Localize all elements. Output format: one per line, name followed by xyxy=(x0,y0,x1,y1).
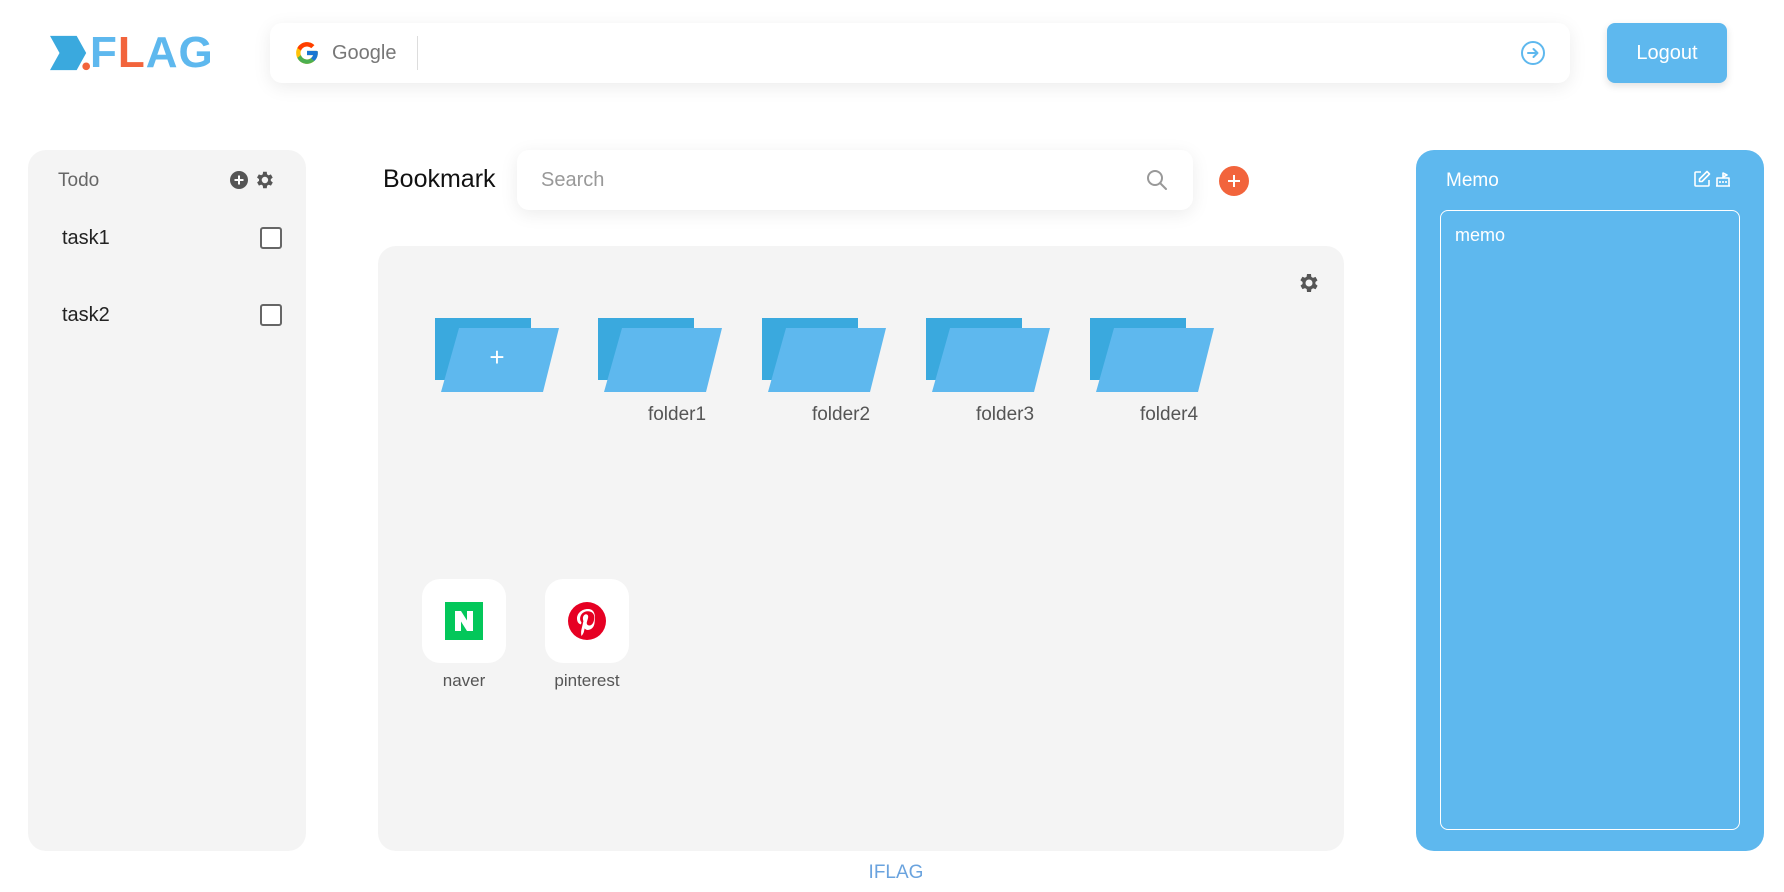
google-search-bar: Google xyxy=(270,23,1570,83)
bookmark-panel: + folder1 folder2 folder3 folder4 naver … xyxy=(378,246,1344,851)
add-bookmark-button[interactable] xyxy=(1219,166,1249,196)
logout-button[interactable]: Logout xyxy=(1607,23,1727,83)
folder-item[interactable]: folder4 xyxy=(1090,318,1220,428)
todo-title: Todo xyxy=(58,170,100,191)
folder-label: folder2 xyxy=(811,404,871,425)
memo-panel: Memo memo xyxy=(1416,150,1764,851)
google-icon xyxy=(296,42,318,64)
folder-label: folder4 xyxy=(1139,404,1199,425)
arrow-circle-right-icon[interactable] xyxy=(1520,40,1546,66)
folder-icon xyxy=(1090,318,1214,392)
add-folder-plus: + xyxy=(489,342,505,372)
google-label: Google xyxy=(332,41,397,64)
todo-item-checkbox[interactable] xyxy=(260,227,282,249)
site-label: pinterest xyxy=(554,671,620,690)
bookmark-site-pinterest[interactable]: pinterest xyxy=(542,579,632,691)
site-tile[interactable] xyxy=(422,579,506,663)
todo-item-checkbox[interactable] xyxy=(260,304,282,326)
bookmark-site-naver[interactable]: naver xyxy=(419,579,509,691)
footer-text: IFLAG xyxy=(868,862,924,883)
todo-item-label: task1 xyxy=(62,226,110,249)
bookmark-title: Bookmark xyxy=(383,165,496,193)
folder-item[interactable]: folder2 xyxy=(762,318,892,428)
folder-label: folder1 xyxy=(647,404,707,425)
todo-item-label: task2 xyxy=(62,303,110,326)
school-icon[interactable] xyxy=(1714,170,1732,188)
todo-panel: Todo task1 task2 xyxy=(28,150,306,851)
memo-textarea[interactable]: memo xyxy=(1440,210,1740,830)
bookmark-search-bar xyxy=(517,150,1193,210)
edit-icon[interactable] xyxy=(1693,170,1711,188)
add-folder-button[interactable]: + xyxy=(435,318,565,428)
folder-icon xyxy=(762,318,886,392)
logo-letter-f: F xyxy=(90,28,118,77)
folder-icon xyxy=(926,318,1050,392)
memo-title: Memo xyxy=(1446,170,1499,191)
iflag-logo[interactable]: FLAG xyxy=(50,30,250,76)
google-search-input[interactable] xyxy=(417,23,1520,83)
logo-mark-icon xyxy=(50,35,90,71)
add-task-icon[interactable] xyxy=(229,170,249,190)
naver-icon xyxy=(445,602,483,640)
site-label: naver xyxy=(442,671,486,690)
folder-label: folder3 xyxy=(975,404,1035,425)
logo-letter-l: L xyxy=(117,28,146,77)
plus-icon xyxy=(1228,175,1240,187)
search-icon[interactable] xyxy=(1145,168,1169,192)
app-root: FLAG Google Logout Todo task1 task2 Book… xyxy=(0,0,1784,892)
logo-letters-ag: AG xyxy=(145,28,214,77)
folder-item[interactable]: folder3 xyxy=(926,318,1056,428)
folder-icon xyxy=(598,318,722,392)
logo-text: FLAG xyxy=(90,30,214,76)
todo-item[interactable]: task1 xyxy=(62,223,282,253)
bookmark-settings-gear-icon[interactable] xyxy=(1296,271,1320,295)
todo-item[interactable]: task2 xyxy=(62,300,282,330)
bookmark-search-input[interactable] xyxy=(517,150,1145,210)
folder-item[interactable]: folder1 xyxy=(598,318,728,428)
site-tile[interactable] xyxy=(545,579,629,663)
todo-settings-gear-icon[interactable] xyxy=(253,169,275,191)
pinterest-icon xyxy=(568,602,606,640)
